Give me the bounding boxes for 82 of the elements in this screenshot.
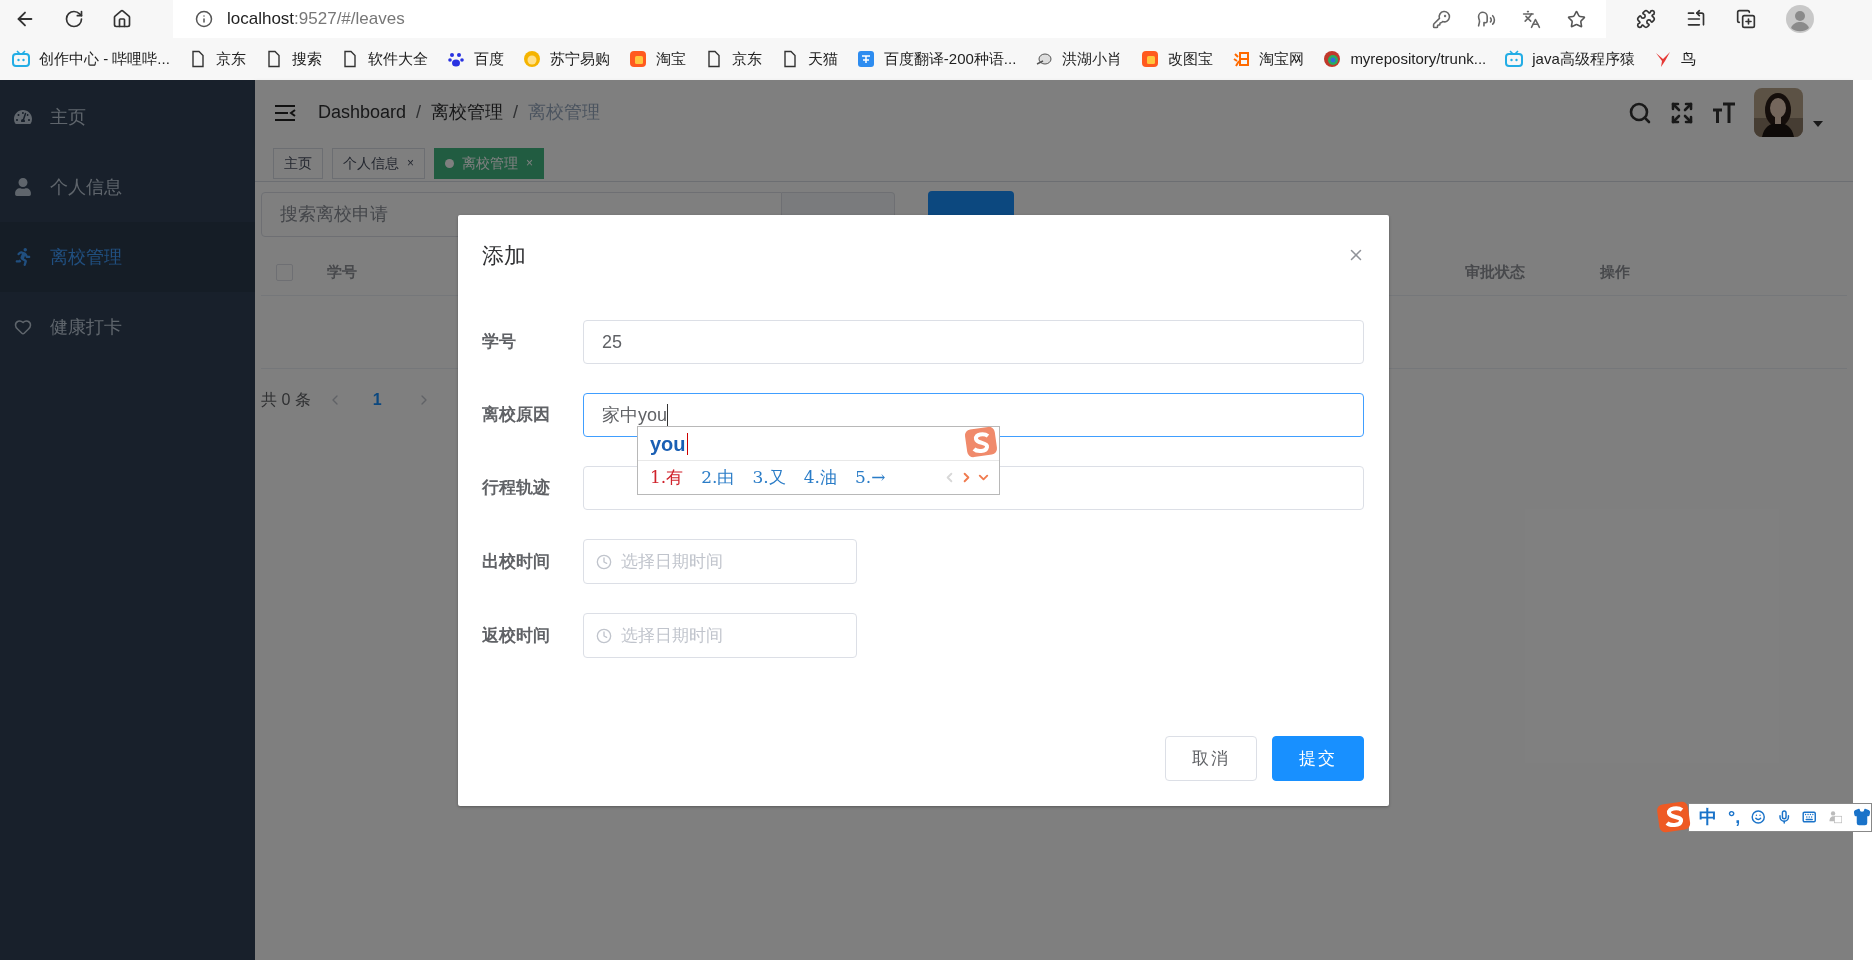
- bookmark-link[interactable]: 洪湖小肖: [1062, 47, 1123, 71]
- punctuation-mode[interactable]: °,: [1728, 803, 1741, 831]
- bookmark-link[interactable]: 百度翻译-200种语...: [883, 47, 1017, 71]
- home-icon[interactable]: [112, 9, 132, 29]
- bookmark-link[interactable]: 创作中心 - 哔哩哔...: [39, 47, 170, 71]
- breadcrumb-separator: /: [416, 101, 422, 124]
- clock-icon: [596, 627, 612, 644]
- collections-icon[interactable]: [1736, 9, 1756, 29]
- address-bar[interactable]: localhost:9527/#/leaves: [173, 0, 1606, 38]
- bookmark-link[interactable]: myrepository/trunk...: [1350, 47, 1487, 71]
- dialog-title: 添加: [482, 241, 526, 270]
- breadcrumb-separator: /: [513, 101, 519, 124]
- total-count: 共 0 条: [261, 390, 311, 410]
- bookmark-link[interactable]: 改图宝: [1168, 47, 1214, 71]
- favorites-icon[interactable]: [1686, 9, 1706, 29]
- bookmark-link[interactable]: 淘宝网: [1259, 47, 1305, 71]
- reload-icon[interactable]: [64, 9, 84, 29]
- input-field[interactable]: [583, 466, 1364, 510]
- read-aloud-icon[interactable]: [1477, 9, 1496, 29]
- shirt-icon[interactable]: [1853, 808, 1871, 826]
- breadcrumb-item[interactable]: Dashboard: [318, 99, 407, 126]
- extensions-icon[interactable]: [1636, 9, 1656, 29]
- tv-icon: [12, 50, 30, 68]
- field-label: 学号: [481, 331, 517, 354]
- bookmark-link[interactable]: 淘宝: [655, 47, 686, 71]
- profile-icon[interactable]: [1786, 5, 1814, 33]
- info-icon[interactable]: [195, 10, 213, 28]
- runner-icon: [14, 248, 32, 266]
- tv-icon: [1505, 50, 1524, 68]
- bookmark-link[interactable]: 京东: [731, 47, 762, 71]
- tag-label: 主页: [284, 153, 312, 173]
- sidebar-item[interactable]: 个人信息: [0, 152, 255, 222]
- square-icon: [856, 50, 875, 68]
- bookmark-link[interactable]: 搜索: [291, 47, 322, 71]
- bookmark-link[interactable]: 京东: [215, 47, 246, 71]
- caret-icon[interactable]: [1813, 121, 1823, 127]
- bookmark-link[interactable]: 天猫: [807, 47, 838, 71]
- tag-label: 离校管理: [462, 153, 518, 173]
- translate-icon[interactable]: [1522, 9, 1541, 29]
- bookmark-link[interactable]: 鸟: [1680, 47, 1696, 71]
- heart-icon: [14, 318, 32, 336]
- menu-icon[interactable]: [274, 102, 296, 123]
- ime-candidate[interactable]: 4.油: [803, 464, 837, 491]
- bookmark-link[interactable]: 百度: [473, 47, 504, 71]
- field-label: 返校时间: [481, 624, 551, 647]
- smile-icon[interactable]: [1751, 807, 1766, 827]
- bookmark-link[interactable]: 苏宁易购: [549, 47, 610, 71]
- ime-candidate[interactable]: 5.→: [854, 464, 886, 491]
- bookmark-link[interactable]: 软件大全: [367, 47, 428, 71]
- input-mode[interactable]: 中: [1699, 803, 1717, 831]
- input-field[interactable]: 25: [583, 320, 1364, 364]
- close-mark[interactable]: ×: [407, 154, 414, 172]
- url-text: localhost:9527/#/leaves: [227, 8, 405, 31]
- square-icon: [628, 50, 647, 68]
- ime-candidate[interactable]: 3.又: [752, 464, 786, 491]
- field-label: 行程轨迹: [481, 477, 551, 500]
- ime-candidate[interactable]: 1.有: [650, 464, 684, 491]
- sidebar-item[interactable]: 主页: [0, 82, 255, 152]
- search-icon[interactable]: [1628, 100, 1652, 125]
- tag-label: 个人信息: [343, 153, 399, 173]
- clock-icon: [596, 553, 612, 570]
- globe-icon: [1323, 50, 1342, 68]
- cancel-button[interactable]: 取消: [1165, 736, 1257, 781]
- field-label: 出校时间: [481, 550, 551, 573]
- favorite-icon[interactable]: [1567, 9, 1586, 29]
- tag-tab[interactable]: 主页: [273, 147, 323, 179]
- tag-tab[interactable]: 个人信息 ×: [332, 147, 425, 179]
- paw-icon: [446, 50, 465, 68]
- gauge-icon: [14, 108, 32, 126]
- square-icon: [1141, 50, 1160, 68]
- mark-icon: [1232, 50, 1251, 68]
- microphone-icon[interactable]: [1776, 807, 1792, 827]
- bookmark-link[interactable]: java高级程序猿: [1532, 47, 1635, 71]
- submit-button[interactable]: 提交: [1272, 736, 1364, 781]
- sidebar-item[interactable]: 健康打卡: [0, 292, 255, 362]
- key-icon[interactable]: [1432, 9, 1451, 29]
- field-label: 离校原因: [481, 404, 551, 427]
- user-icon: [14, 178, 32, 196]
- breadcrumb-item[interactable]: 离校管理: [431, 99, 504, 126]
- fullscreen-icon[interactable]: [1670, 100, 1694, 125]
- font-size-icon[interactable]: [1712, 100, 1736, 125]
- ime-candidate[interactable]: 2.由: [701, 464, 735, 491]
